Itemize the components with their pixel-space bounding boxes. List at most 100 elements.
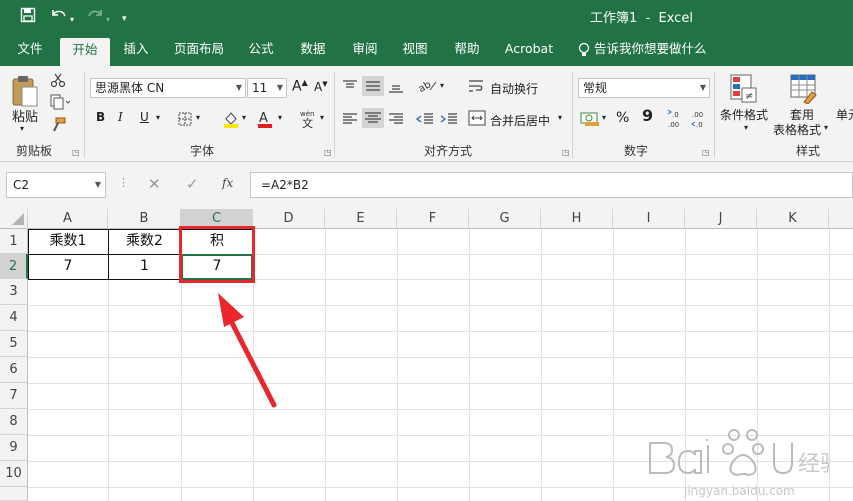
number-format-select[interactable]: 常规 ▼ (578, 78, 710, 98)
align-right-icon[interactable] (388, 112, 404, 129)
accounting-format-icon[interactable] (580, 110, 602, 131)
row-header-3[interactable]: 3 (0, 279, 28, 305)
undo-icon[interactable] (50, 7, 68, 27)
paste-dropdown-icon[interactable]: ▾ (20, 124, 24, 133)
row-header-5[interactable]: 5 (0, 331, 28, 357)
wrap-text-icon[interactable] (468, 78, 484, 97)
worksheet-grid[interactable]: A B C D E F G H I J K 1 2 3 4 5 6 7 8 9 … (0, 209, 853, 501)
tab-formulas[interactable]: 公式 (240, 34, 282, 66)
format-as-table-icon[interactable] (790, 74, 820, 107)
borders-icon[interactable] (178, 112, 192, 129)
wrap-text-button[interactable]: 自动换行 (490, 80, 538, 97)
conditional-format-icon[interactable]: ≠ (730, 74, 760, 107)
drag-handle-icon[interactable]: ⋮ (118, 176, 129, 189)
shrink-font-button[interactable]: A▼ (314, 80, 328, 94)
column-header-a[interactable]: A (28, 209, 108, 229)
phonetic-guide-icon[interactable]: wén 文 (298, 108, 320, 133)
font-name-select[interactable]: 思源黑体 CN ▼ (90, 78, 246, 98)
tab-page-layout[interactable]: 页面布局 (168, 34, 230, 66)
font-launcher-icon[interactable]: ◳ (324, 148, 332, 157)
column-header-g[interactable]: G (469, 209, 541, 229)
increase-indent-icon[interactable] (440, 112, 458, 129)
column-header-j[interactable]: J (685, 209, 757, 229)
formula-input[interactable]: =A2*B2 (250, 172, 853, 198)
enter-icon[interactable]: ✓ (186, 175, 199, 193)
redo-dropdown-icon[interactable]: ▾ (106, 11, 110, 29)
align-middle-icon[interactable] (362, 76, 384, 96)
tab-data[interactable]: 数据 (292, 34, 334, 66)
column-header-f[interactable]: F (397, 209, 469, 229)
row-header-9[interactable]: 9 (0, 435, 28, 461)
underline-button[interactable]: U (140, 110, 149, 124)
save-icon[interactable] (20, 7, 36, 27)
number-launcher-icon[interactable]: ◳ (702, 148, 710, 157)
decrease-indent-icon[interactable] (415, 112, 434, 129)
tab-file[interactable]: 文件 (10, 34, 50, 66)
conditional-format-button[interactable]: 条件格式 (720, 106, 768, 123)
align-center-icon[interactable] (362, 108, 384, 128)
align-bottom-icon[interactable] (388, 80, 404, 97)
row-header-2[interactable]: 2 (0, 254, 28, 279)
name-box[interactable]: C2 ▼ (6, 172, 106, 198)
tab-review[interactable]: 审阅 (344, 34, 386, 66)
increase-decimal-icon[interactable]: .0.00 (666, 108, 688, 133)
cell-a2[interactable]: 7 (28, 254, 108, 279)
fill-color-icon[interactable] (222, 110, 240, 131)
row-header-partial[interactable] (0, 487, 28, 501)
column-header-i[interactable]: I (613, 209, 685, 229)
borders-dropdown-icon[interactable]: ▾ (196, 113, 200, 122)
customize-toolbar-icon[interactable]: ▾ (122, 10, 127, 28)
row-header-1[interactable]: 1 (0, 229, 28, 254)
phonetic-dropdown-icon[interactable]: ▾ (320, 113, 324, 122)
row-header-10[interactable]: 10 (0, 461, 28, 487)
cell-styles-button[interactable]: 单元 (836, 106, 853, 123)
clipboard-launcher-icon[interactable]: ◳ (72, 148, 80, 157)
redo-icon[interactable] (86, 7, 104, 27)
grow-font-button[interactable]: A▲ (292, 78, 308, 95)
font-size-select[interactable]: 11 ▼ (247, 78, 287, 98)
row-header-8[interactable]: 8 (0, 409, 28, 435)
fill-color-dropdown-icon[interactable]: ▾ (242, 113, 246, 122)
format-as-table-dropdown-icon[interactable]: ▾ (824, 123, 828, 132)
format-painter-icon[interactable] (50, 117, 66, 136)
cell-b1[interactable]: 乘数2 (108, 229, 181, 254)
copy-icon[interactable] (50, 94, 71, 113)
decrease-decimal-icon[interactable]: .00.0 (690, 108, 712, 133)
select-all-corner[interactable] (0, 209, 28, 229)
orientation-icon[interactable]: ab (417, 78, 440, 97)
column-header-partial[interactable] (829, 209, 853, 229)
cut-icon[interactable] (50, 72, 66, 91)
tab-help[interactable]: 帮助 (446, 34, 488, 66)
tab-insert[interactable]: 插入 (115, 34, 157, 66)
column-header-d[interactable]: D (253, 209, 325, 229)
tab-acrobat[interactable]: Acrobat (498, 34, 560, 66)
align-left-icon[interactable] (342, 112, 358, 129)
font-color-dropdown-icon[interactable]: ▾ (278, 113, 282, 122)
tab-home[interactable]: 开始 (60, 38, 110, 66)
italic-button[interactable]: I (118, 110, 123, 124)
percent-button[interactable]: % (616, 110, 629, 126)
insert-function-icon[interactable]: fx (222, 176, 233, 190)
format-as-table-label-2[interactable]: 表格格式 (773, 121, 821, 138)
orientation-dropdown-icon[interactable]: ▾ (440, 81, 444, 90)
undo-dropdown-icon[interactable]: ▾ (70, 11, 74, 29)
paste-label[interactable]: 粘贴 (12, 106, 38, 125)
comma-style-button[interactable]: 9 (642, 106, 653, 125)
font-color-icon[interactable]: A (256, 110, 274, 131)
tell-me-search[interactable]: 告诉我你想要做什么 (594, 34, 714, 66)
cell-a1[interactable]: 乘数1 (28, 229, 108, 254)
cancel-icon[interactable]: ✕ (148, 175, 161, 193)
merge-dropdown-icon[interactable]: ▾ (558, 113, 562, 122)
conditional-format-dropdown-icon[interactable]: ▾ (744, 123, 748, 132)
alignment-launcher-icon[interactable]: ◳ (562, 148, 570, 157)
row-header-7[interactable]: 7 (0, 383, 28, 409)
column-header-e[interactable]: E (325, 209, 397, 229)
tab-view[interactable]: 视图 (394, 34, 436, 66)
row-header-6[interactable]: 6 (0, 357, 28, 383)
column-header-h[interactable]: H (541, 209, 613, 229)
bold-button[interactable]: B (96, 110, 105, 124)
cell-b2[interactable]: 1 (108, 254, 181, 279)
column-header-b[interactable]: B (108, 209, 181, 229)
accounting-dropdown-icon[interactable]: ▾ (602, 113, 606, 122)
align-top-icon[interactable] (342, 80, 358, 97)
